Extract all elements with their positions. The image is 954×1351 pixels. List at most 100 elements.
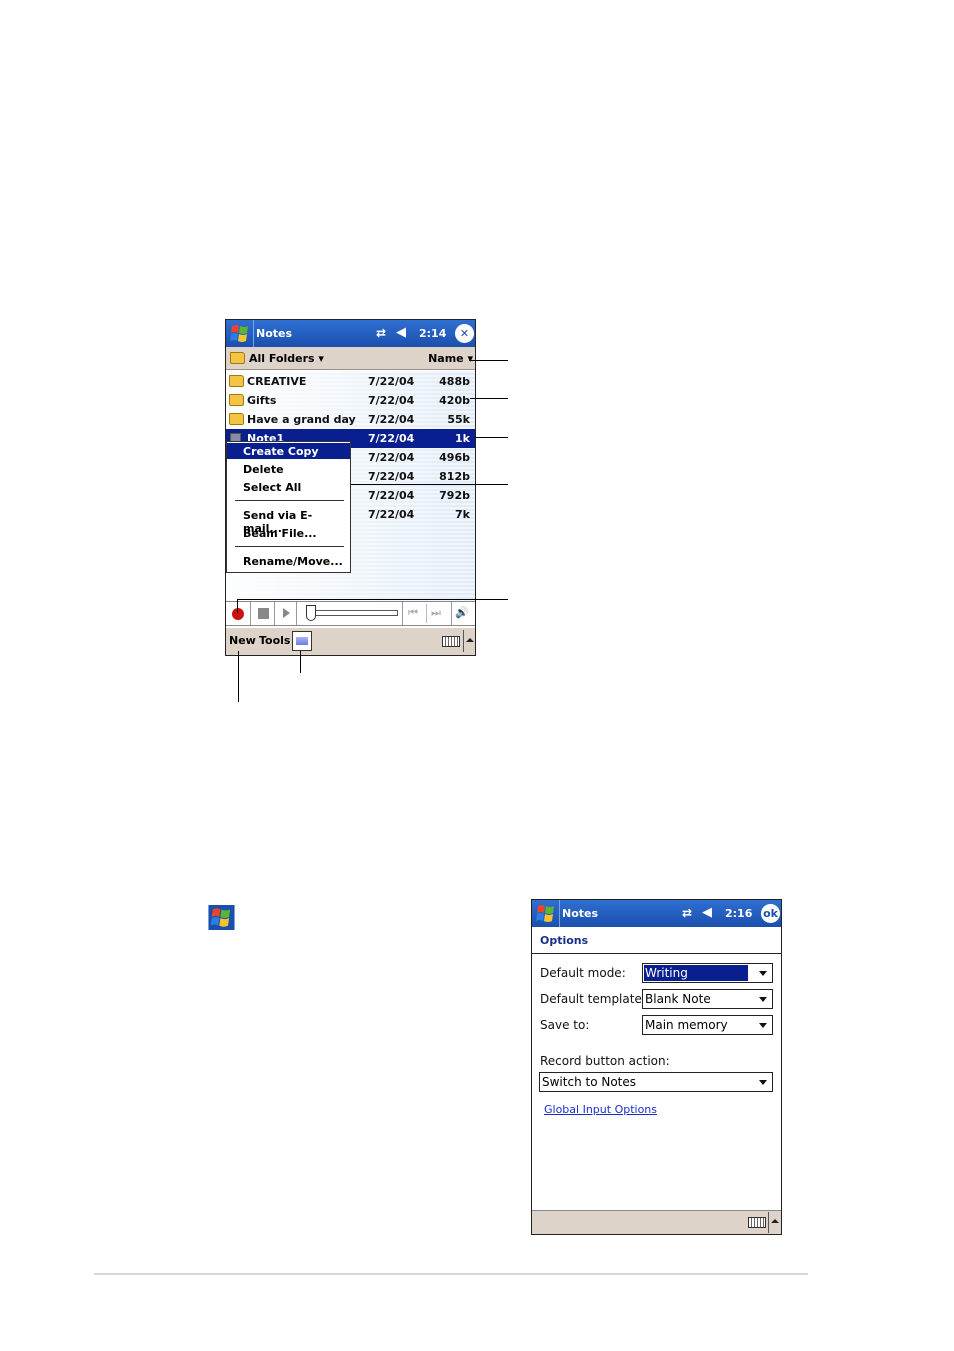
speaker-icon[interactable]: ◀︎ [702,905,712,920]
item-size: 420b [439,394,470,407]
item-date: 7/22/04 [368,394,415,407]
default-mode-label: Default mode: [540,966,626,980]
record-icon [232,608,244,620]
ok-button[interactable]: ok [761,904,780,923]
title-bar: Notes ⇄ ◀︎ 2:16 ok [532,900,781,927]
sip-separator [768,1212,769,1233]
pen-input-icon[interactable] [292,631,312,651]
windows-start-icon[interactable] [534,902,558,925]
new-menu[interactable]: New [229,634,256,647]
record-action-select[interactable]: Switch to Notes [539,1072,773,1092]
keyboard-icon[interactable] [442,636,460,647]
item-date: 7/22/04 [368,451,415,464]
chevron-down-icon [759,1023,767,1028]
item-size: 7k [455,508,470,521]
next-icon[interactable]: ⏭ [431,606,441,620]
folder-icon [229,413,244,425]
slider-region [297,602,403,625]
default-template-label: Default template: [540,992,646,1006]
item-size: 488b [439,375,470,388]
record-action-value: Switch to Notes [542,1075,637,1089]
options-screen: Notes ⇄ ◀︎ 2:16 ok Options Default mode:… [531,899,782,1235]
save-to-select[interactable]: Main memory [642,1015,773,1035]
item-size: 55k [447,413,470,426]
item-size: 792b [439,489,470,502]
save-to-label: Save to: [540,1018,590,1032]
folder-icon [230,352,245,364]
menu-divider [235,546,344,547]
item-size: 812b [439,470,470,483]
player-separator [426,604,427,623]
title-bar: Notes ⇄ ◀︎ 2:14 ✕ [226,320,475,347]
item-date: 7/22/04 [368,413,415,426]
menu-item-send-email[interactable]: Send via E-mail... [227,507,350,535]
menu-divider [235,500,344,501]
command-bar [532,1210,781,1234]
app-title: Notes [562,907,599,920]
default-template-select[interactable]: Blank Note [642,989,773,1009]
sort-dropdown[interactable]: Name ▾ [428,352,473,365]
clock[interactable]: 2:14 [419,327,446,340]
play-button[interactable] [275,602,297,625]
notes-list-screen: Notes ⇄ ◀︎ 2:14 ✕ All Folders ▾ Name ▾ C… [225,319,476,656]
app-title: Notes [256,327,293,340]
item-name: Have a grand day [247,413,356,426]
speaker-icon[interactable]: ◀︎ [396,325,406,340]
callout-line [469,360,508,361]
stop-button[interactable] [251,602,275,625]
close-button[interactable]: ✕ [455,324,474,343]
sip-separator [463,630,464,652]
menu-item-rename-move[interactable]: Rename/Move... [227,553,350,569]
folder-bar: All Folders ▾ Name ▾ [226,347,475,370]
connectivity-icon[interactable]: ⇄ [376,326,386,340]
keyboard-icon[interactable] [748,1217,766,1228]
tools-menu[interactable]: Tools [259,634,290,647]
menu-item-delete[interactable]: Delete [227,461,350,477]
item-name: CREATIVE [247,375,307,388]
default-mode-select[interactable]: Writing [642,963,773,983]
windows-start-icon [208,905,235,930]
list-item[interactable]: Gifts 7/22/04 420b [226,391,475,410]
callout-line [475,437,508,438]
stop-icon [258,608,269,619]
connectivity-icon[interactable]: ⇄ [682,906,692,920]
clock[interactable]: 2:16 [725,907,752,920]
item-date: 7/22/04 [368,375,415,388]
footer-divider [94,1273,808,1275]
menu-item-beam-file[interactable]: Beam File... [227,525,350,541]
callout-line [470,398,508,399]
callout-line [300,651,301,673]
list-item[interactable]: CREATIVE 7/22/04 488b [226,372,475,391]
folder-dropdown[interactable]: All Folders ▾ [249,352,324,365]
title-separator [559,900,560,927]
folder-icon [229,394,244,406]
title-separator [253,320,254,347]
sip-arrow-icon[interactable] [466,638,474,642]
global-input-options-link[interactable]: Global Input Options [544,1103,657,1116]
previous-icon[interactable]: ⏮ [408,606,418,620]
play-icon [283,608,290,618]
chevron-down-icon [759,1080,767,1085]
item-date: 7/22/04 [368,432,415,445]
chevron-down-icon [759,997,767,1002]
record-button[interactable] [226,602,251,625]
save-to-value: Main memory [645,1018,728,1032]
volume-icon[interactable]: 🔊 [455,606,469,619]
item-date: 7/22/04 [368,489,415,502]
menu-item-select-all[interactable]: Select All [227,479,350,495]
default-template-value: Blank Note [645,992,711,1006]
callout-line [339,484,508,485]
folder-icon [229,375,244,387]
callout-line [238,651,239,702]
callout-line [237,599,238,613]
item-date: 7/22/04 [368,470,415,483]
windows-start-icon[interactable] [228,322,252,345]
list-item[interactable]: Have a grand day 7/22/04 55k [226,410,475,429]
menu-item-create-copy[interactable]: Create Copy [227,443,350,459]
item-name: Gifts [247,394,277,407]
recording-toolbar: ⏮ ⏭ 🔊 [226,601,475,626]
record-action-label: Record button action: [540,1054,670,1068]
context-menu: Create Copy Delete Select All Send via E… [226,441,351,573]
item-date: 7/22/04 [368,508,415,521]
sip-arrow-icon[interactable] [771,1219,779,1223]
